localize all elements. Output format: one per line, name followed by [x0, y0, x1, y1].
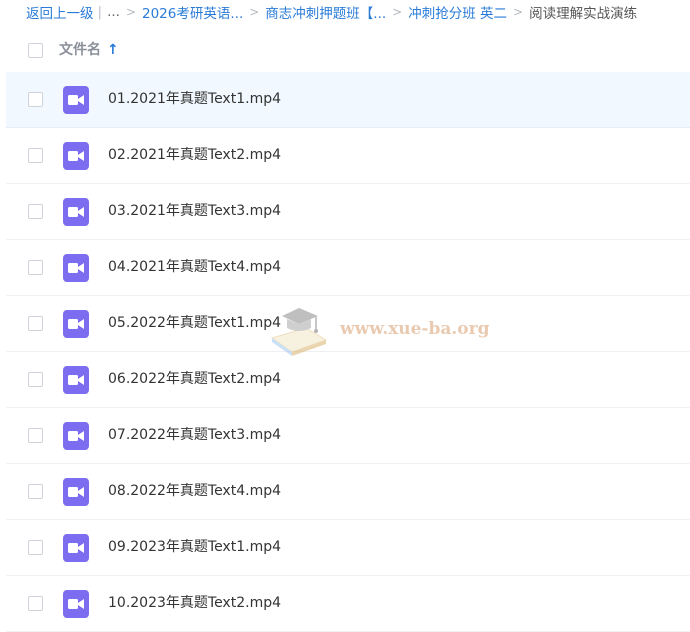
file-checkbox[interactable] [28, 372, 43, 387]
file-row[interactable]: 02.2021年真题Text2.mp4 [6, 128, 690, 184]
video-file-icon [63, 86, 89, 114]
video-file-icon [63, 478, 89, 506]
file-row[interactable]: 07.2022年真题Text3.mp4 [6, 408, 690, 464]
breadcrumb-item-course[interactable]: 2026考研英语... [142, 2, 243, 22]
video-file-icon [63, 142, 89, 170]
file-row[interactable]: 09.2023年真题Text1.mp4 [6, 520, 690, 576]
file-name[interactable]: 02.2021年真题Text2.mp4 [108, 128, 281, 183]
file-list: 01.2021年真题Text1.mp4 02.2021年真题Text2.mp4 03… [6, 72, 690, 632]
file-name[interactable]: 06.2022年真题Text2.mp4 [108, 352, 281, 407]
select-all-checkbox[interactable] [28, 43, 43, 58]
chevron-right-icon: > [392, 5, 403, 19]
breadcrumb: 返回上一级 | ... > 2026考研英语... > 商志冲刺押题班【... … [26, 0, 690, 24]
file-checkbox[interactable] [28, 428, 43, 443]
column-header-name: 文件名 [59, 42, 101, 58]
file-row[interactable]: 03.2021年真题Text3.mp4 [6, 184, 690, 240]
video-file-icon [63, 534, 89, 562]
file-checkbox[interactable] [28, 204, 43, 219]
file-row[interactable]: 06.2022年真题Text2.mp4 [6, 352, 690, 408]
file-name[interactable]: 01.2021年真题Text1.mp4 [108, 72, 281, 127]
file-name[interactable]: 03.2021年真题Text3.mp4 [108, 184, 281, 239]
file-row[interactable]: 01.2021年真题Text1.mp4 [6, 72, 690, 128]
file-list-header: 文件名 ↑ [6, 28, 690, 73]
video-file-icon [63, 198, 89, 226]
breadcrumb-item-class[interactable]: 商志冲刺押题班【... [265, 2, 386, 22]
video-file-icon [63, 254, 89, 282]
breadcrumb-current: 阅读理解实战演练 [529, 6, 638, 22]
video-file-icon [63, 366, 89, 394]
chevron-right-icon: > [513, 5, 524, 19]
file-checkbox[interactable] [28, 92, 43, 107]
file-checkbox[interactable] [28, 540, 43, 555]
file-row[interactable]: 08.2022年真题Text4.mp4 [6, 464, 690, 520]
file-name[interactable]: 07.2022年真题Text3.mp4 [108, 408, 281, 463]
sort-by-name-button[interactable]: 文件名 ↑ [59, 28, 119, 72]
chevron-right-icon: > [125, 5, 136, 19]
file-name[interactable]: 09.2023年真题Text1.mp4 [108, 520, 281, 575]
breadcrumb-divider: | [97, 4, 103, 20]
back-link[interactable]: 返回上一级 [26, 2, 94, 22]
video-file-icon [63, 422, 89, 450]
file-row[interactable]: 05.2022年真题Text1.mp4 [6, 296, 690, 352]
breadcrumb-item-subfolder[interactable]: 冲刺抢分班 英二 [408, 2, 507, 22]
file-row[interactable]: 10.2023年真题Text2.mp4 [6, 576, 690, 632]
breadcrumb-ellipsis[interactable]: ... [107, 4, 120, 20]
arrow-up-icon: ↑ [107, 42, 119, 58]
file-name[interactable]: 08.2022年真题Text4.mp4 [108, 464, 281, 519]
chevron-right-icon: > [249, 5, 260, 19]
file-name[interactable]: 10.2023年真题Text2.mp4 [108, 576, 281, 631]
file-name[interactable]: 04.2021年真题Text4.mp4 [108, 240, 281, 295]
video-file-icon [63, 310, 89, 338]
file-checkbox[interactable] [28, 148, 43, 163]
file-checkbox[interactable] [28, 316, 43, 331]
file-checkbox[interactable] [28, 596, 43, 611]
file-checkbox[interactable] [28, 484, 43, 499]
video-file-icon [63, 590, 89, 618]
file-checkbox[interactable] [28, 260, 43, 275]
file-row[interactable]: 04.2021年真题Text4.mp4 [6, 240, 690, 296]
file-name[interactable]: 05.2022年真题Text1.mp4 [108, 296, 281, 351]
